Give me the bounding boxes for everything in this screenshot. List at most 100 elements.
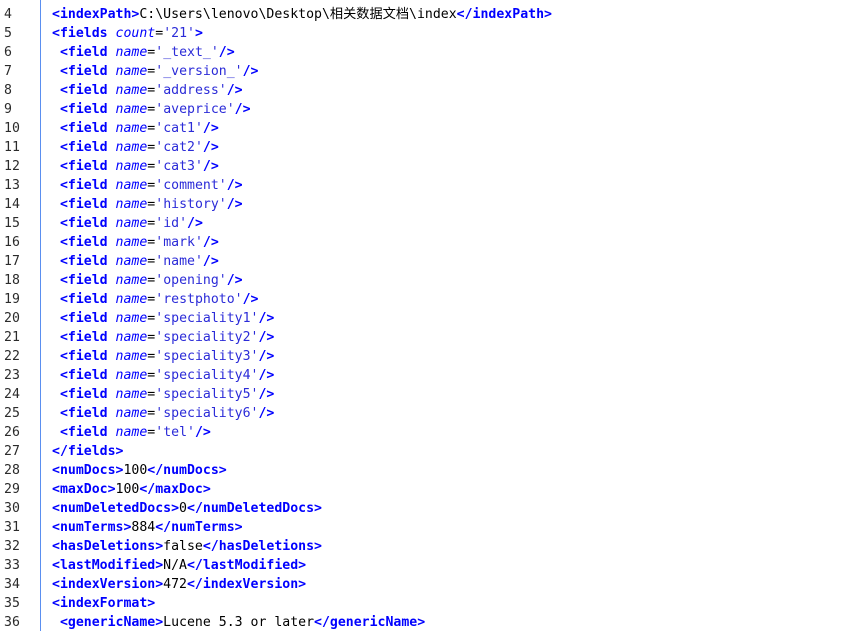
xml-attribute-value: 'restphoto' — [155, 292, 243, 307]
xml-attribute-value: 'id' — [155, 216, 188, 231]
xml-tag: <field — [59, 311, 116, 326]
xml-text-content: C:\Users\lenovo\Desktop\相关数据文档\index — [139, 7, 457, 22]
line-number: 17 — [4, 254, 20, 269]
line-number: 24 — [4, 387, 20, 402]
line-number: 32 — [4, 539, 20, 554]
xml-attribute-value: 'comment' — [155, 178, 227, 193]
xml-tag: /> — [226, 273, 243, 288]
xml-tag: </lastModified> — [186, 558, 307, 573]
xml-tag: </genericName> — [314, 615, 426, 630]
line-number: 19 — [4, 292, 20, 307]
xml-attribute-value: 'cat3' — [155, 159, 203, 174]
xml-tag: <field — [59, 197, 116, 212]
xml-tag: <field — [59, 254, 116, 269]
xml-tag: <field — [59, 406, 116, 421]
xml-tag: <field — [59, 121, 116, 136]
xml-tag: /> — [258, 330, 275, 345]
line-number: 33 — [4, 558, 20, 573]
xml-tag: <hasDeletions> — [52, 539, 164, 554]
xml-tag: <field — [59, 273, 116, 288]
xml-attribute-name: name — [115, 102, 148, 117]
xml-tag: <indexPath — [52, 7, 132, 22]
code-content: <indexVersion>472</indexVersion> — [52, 575, 306, 594]
line-number: 11 — [4, 140, 20, 155]
xml-attribute-name: name — [115, 178, 148, 193]
xml-tag: /> — [258, 311, 275, 326]
code-content: <field name='cat2'/> — [52, 138, 219, 157]
xml-text-content: false — [163, 539, 203, 554]
xml-tag: <field — [59, 64, 116, 79]
xml-tag: <field — [59, 292, 116, 307]
xml-attribute-value: 'tel' — [155, 425, 195, 440]
code-content: <fields count='21'> — [52, 24, 203, 43]
xml-tag: /> — [202, 254, 219, 269]
line-number: 21 — [4, 330, 20, 345]
xml-attribute-name: name — [115, 425, 148, 440]
xml-attribute-name: name — [115, 273, 148, 288]
xml-tag: /> — [218, 45, 235, 60]
xml-tag: <numDeletedDocs> — [52, 501, 180, 516]
line-number: 23 — [4, 368, 20, 383]
code-content: <field name='cat1'/> — [52, 119, 219, 138]
code-content: <field name='aveprice'/> — [52, 100, 251, 119]
xml-attribute-value: 'cat2' — [155, 140, 203, 155]
code-content: <field name='opening'/> — [52, 271, 243, 290]
xml-tag: </numDocs> — [147, 463, 227, 478]
code-content: <indexPath>C:\Users\lenovo\Desktop\相关数据文… — [52, 5, 552, 24]
xml-attribute-name: name — [115, 292, 148, 307]
line-number: 36 — [4, 615, 20, 630]
code-editor[interactable]: 4 <indexPath>C:\Users\lenovo\Desktop\相关数据… — [0, 0, 856, 631]
xml-attribute-name: name — [115, 330, 148, 345]
code-content: <maxDoc>100</maxDoc> — [52, 480, 211, 499]
code-content: <field name='_version_'/> — [52, 62, 259, 81]
line-number: 35 — [4, 596, 20, 611]
xml-attribute-value: 'name' — [155, 254, 203, 269]
code-content: <numTerms>884</numTerms> — [52, 518, 243, 537]
xml-attribute-name: name — [115, 349, 148, 364]
xml-attribute-name: name — [115, 64, 148, 79]
xml-tag: </indexPath> — [456, 7, 552, 22]
line-number: 5 — [4, 26, 12, 41]
xml-tag: <indexVersion> — [52, 577, 164, 592]
xml-text-content: 884 — [131, 520, 156, 535]
line-number: 6 — [4, 45, 12, 60]
line-number: 13 — [4, 178, 20, 193]
xml-attribute-value: 'address' — [155, 83, 227, 98]
xml-tag: <indexFormat> — [52, 596, 156, 611]
xml-tag: <field — [59, 45, 116, 60]
xml-attribute-name: name — [115, 45, 148, 60]
line-number: 8 — [4, 83, 12, 98]
line-number: 7 — [4, 64, 12, 79]
xml-text-content: 472 — [163, 577, 187, 592]
code-content: <field name='history'/> — [52, 195, 243, 214]
line-number: 9 — [4, 102, 12, 117]
xml-tag: /> — [202, 140, 219, 155]
xml-tag: <field — [59, 368, 116, 383]
xml-attribute-value: '_version_' — [155, 64, 243, 79]
line-number: 28 — [4, 463, 20, 478]
xml-attribute-name: name — [115, 406, 148, 421]
xml-tag: /> — [226, 197, 243, 212]
xml-text-content: N/A — [163, 558, 187, 573]
xml-attribute-value: 'speciality2' — [155, 330, 259, 345]
code-content: <field name='address'/> — [52, 81, 243, 100]
xml-tag: </fields> — [52, 444, 124, 459]
xml-text-content: 100 — [115, 482, 140, 497]
xml-attribute-name: name — [115, 197, 148, 212]
xml-tag: <maxDoc> — [52, 482, 116, 497]
xml-tag: <field — [59, 83, 116, 98]
line-number: 30 — [4, 501, 20, 516]
code-content: <hasDeletions>false</hasDeletions> — [52, 537, 322, 556]
xml-text-content: Lucene 5.3 or later — [163, 615, 315, 630]
xml-tag: <numTerms> — [52, 520, 132, 535]
